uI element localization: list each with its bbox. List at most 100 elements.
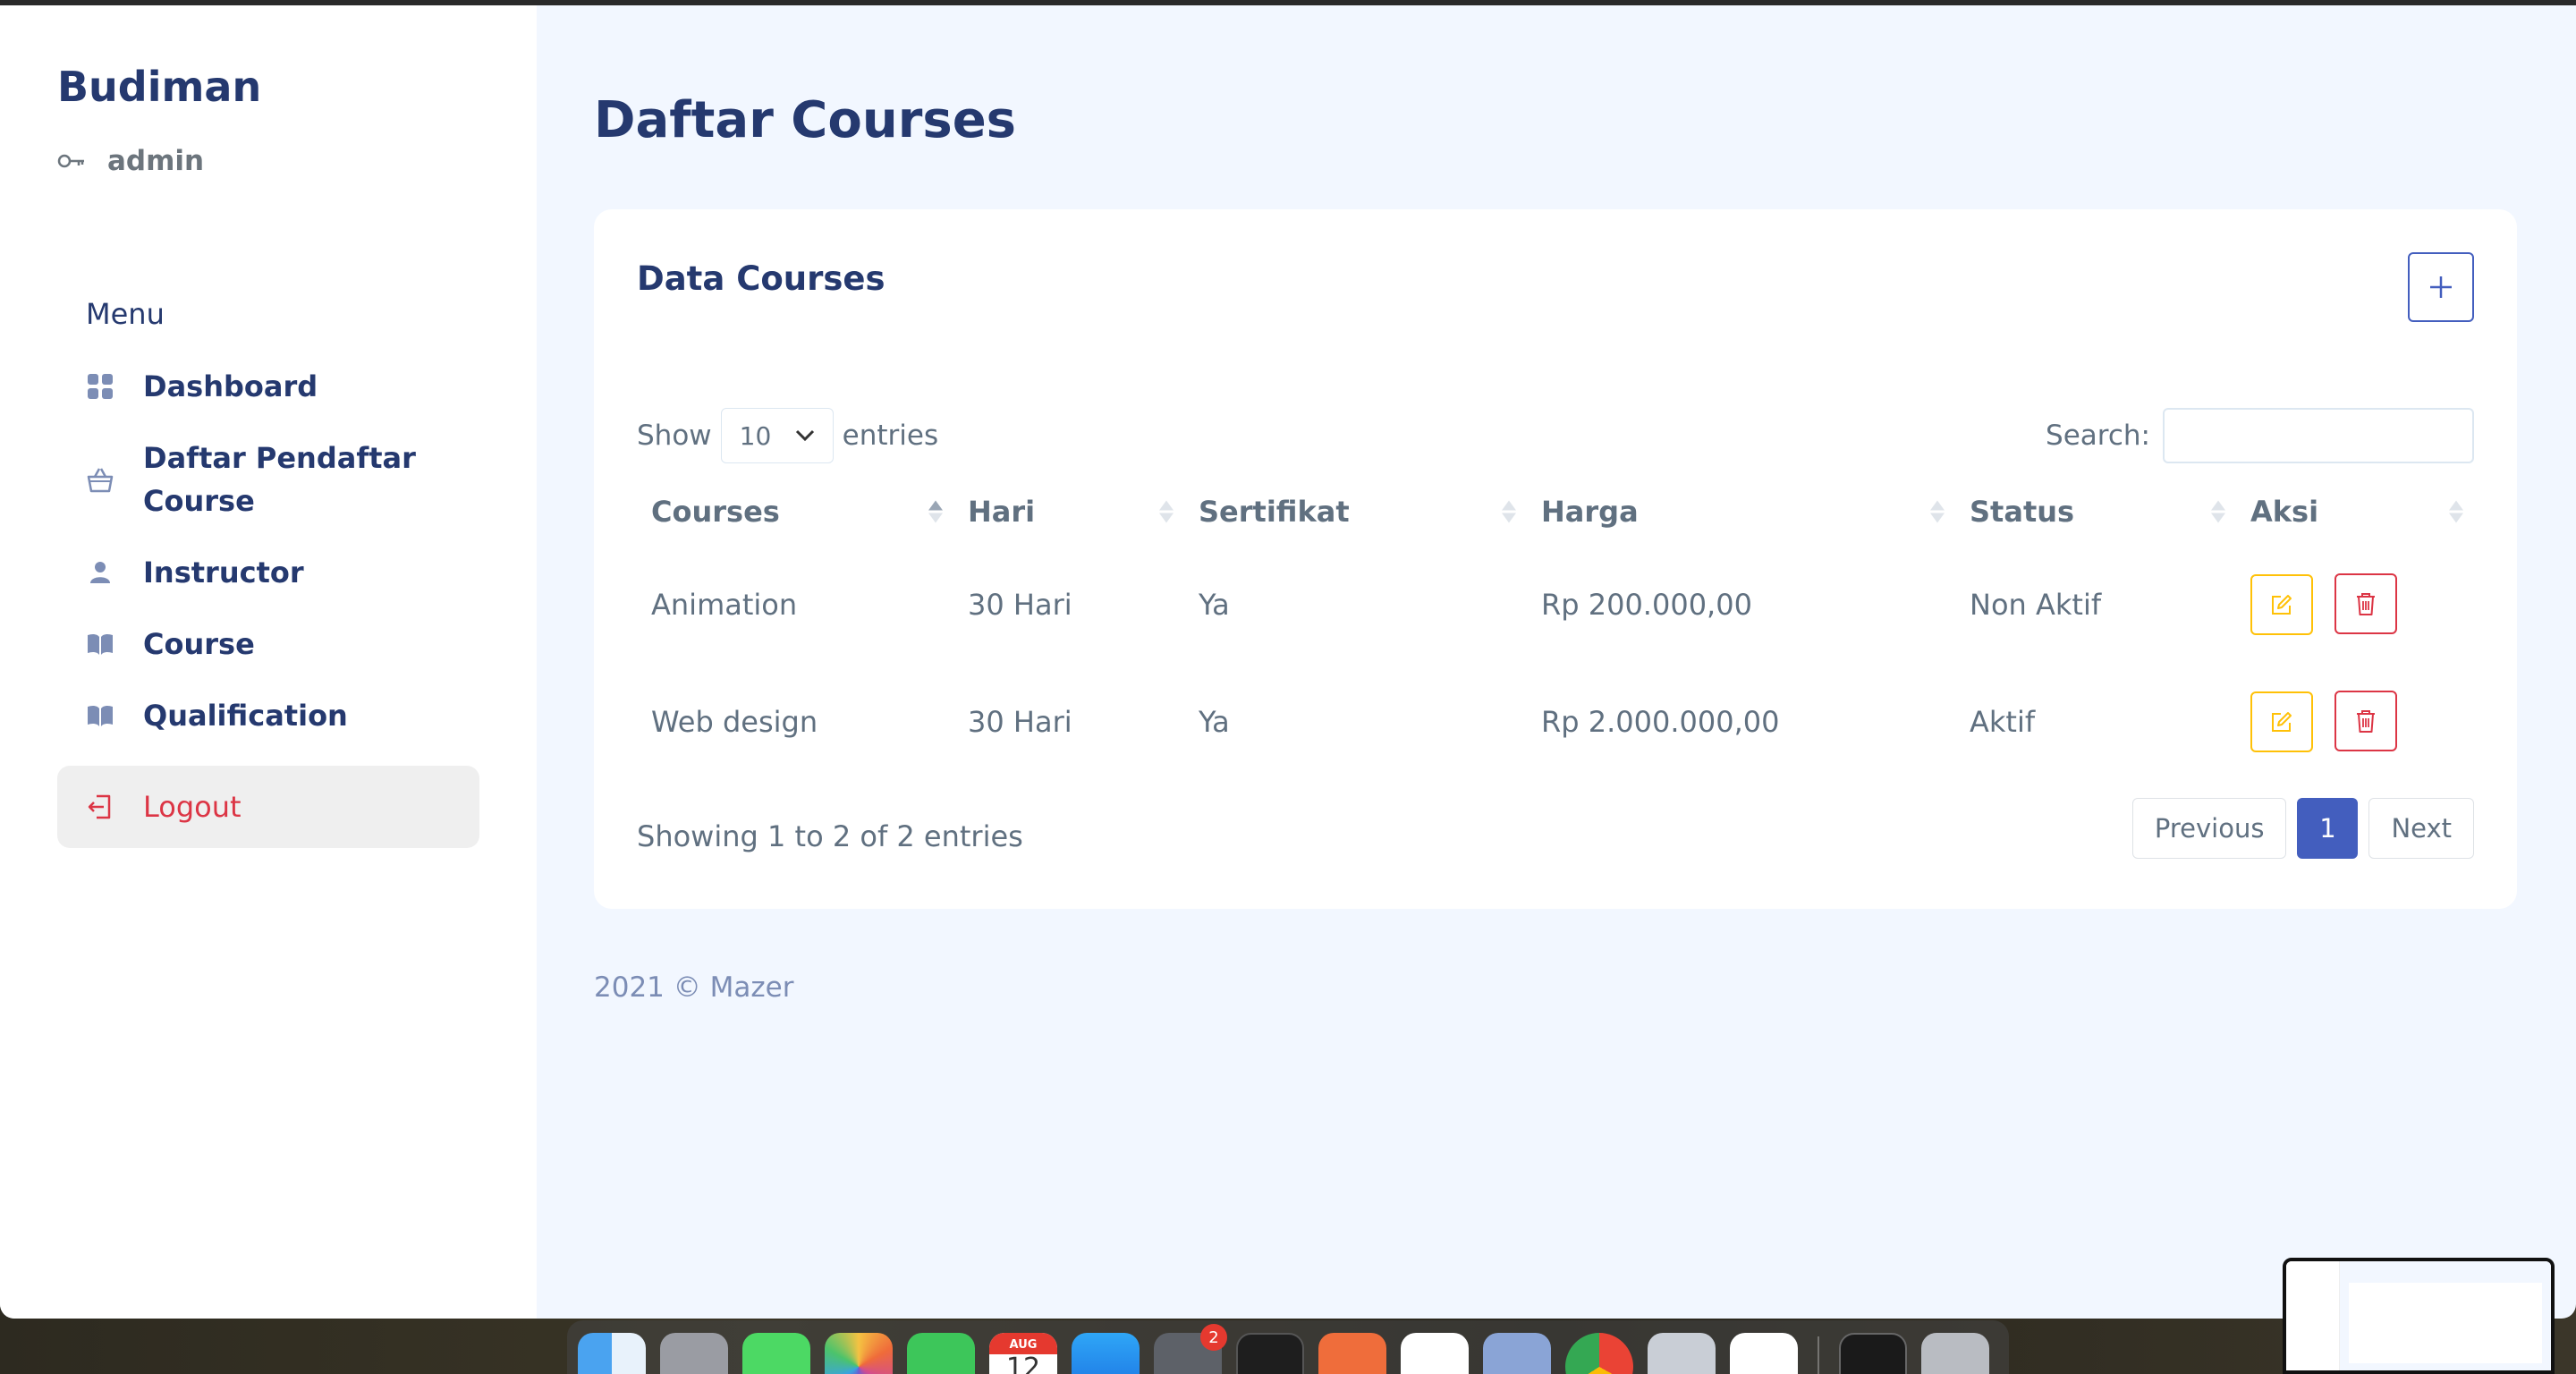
sidebar-item-label: Instructor bbox=[143, 556, 304, 589]
cell-harga: Rp 2.000.000,00 bbox=[1541, 704, 1780, 739]
pagination-previous[interactable]: Previous bbox=[2131, 798, 2287, 859]
entries-select[interactable]: 10 bbox=[720, 408, 834, 463]
edit-button[interactable] bbox=[2250, 574, 2313, 635]
cell-course: Animation bbox=[651, 587, 798, 622]
terminal-icon[interactable] bbox=[1236, 1333, 1304, 1374]
entries-length-control: Show 10 entries bbox=[637, 408, 938, 463]
sidebar-item-logout[interactable]: Logout bbox=[57, 766, 479, 848]
edit-button[interactable] bbox=[2250, 691, 2313, 752]
column-header-hari[interactable]: Hari bbox=[953, 478, 1184, 546]
sort-icon bbox=[2449, 500, 2463, 523]
page-title: Daftar Courses bbox=[594, 91, 1017, 149]
sidebar-item-instructor[interactable]: Instructor bbox=[57, 551, 479, 594]
calendar-icon[interactable]: AUG 12 bbox=[989, 1333, 1057, 1374]
sort-icon bbox=[1159, 500, 1174, 523]
search-input[interactable] bbox=[2163, 408, 2474, 463]
messages-icon[interactable] bbox=[742, 1333, 810, 1374]
sort-icon bbox=[1502, 500, 1516, 523]
footer: 2021 © Mazer bbox=[594, 971, 794, 1004]
cell-status: Non Aktif bbox=[1970, 587, 2102, 622]
photos-icon[interactable] bbox=[825, 1333, 893, 1374]
cell-course: Web design bbox=[651, 704, 818, 739]
vscode-icon[interactable] bbox=[1730, 1333, 1798, 1374]
calendar-month: AUG bbox=[1009, 1338, 1038, 1352]
table-row: Web design 30 Hari Ya Rp 2.000.000,00 Ak… bbox=[637, 663, 2474, 780]
calendar-day: 12 bbox=[1005, 1353, 1041, 1374]
sort-icon bbox=[928, 500, 943, 523]
sidebar-item-label: Course bbox=[143, 627, 255, 661]
person-icon bbox=[90, 562, 110, 583]
sort-icon bbox=[1930, 500, 1945, 523]
length-suffix: entries bbox=[842, 420, 939, 452]
data-card: Data Courses Show 10 entries Search: Cou… bbox=[594, 209, 2517, 909]
book-icon bbox=[88, 705, 113, 726]
sidebar-item-label: Logout bbox=[143, 790, 242, 824]
screenshot-thumbnail[interactable] bbox=[2283, 1258, 2555, 1374]
chrome-icon[interactable] bbox=[1565, 1333, 1633, 1374]
finder-icon[interactable] bbox=[578, 1333, 646, 1374]
edit-icon bbox=[2272, 595, 2292, 615]
delete-button[interactable] bbox=[2334, 691, 2398, 751]
notion-icon[interactable] bbox=[1401, 1333, 1469, 1374]
pagination-next[interactable]: Next bbox=[2368, 798, 2474, 859]
column-header-sertifikat[interactable]: Sertifikat bbox=[1184, 478, 1527, 546]
main-content: Daftar Courses Data Courses Show 10 entr… bbox=[537, 5, 2576, 1319]
notification-badge: 2 bbox=[1200, 1324, 1227, 1351]
trash-bin-icon[interactable] bbox=[1921, 1333, 1989, 1374]
sidebar-item-dashboard[interactable]: Dashboard bbox=[57, 365, 479, 408]
entries-select-value: 10 bbox=[739, 420, 772, 451]
column-header-harga[interactable]: Harga bbox=[1527, 478, 1955, 546]
thumbnail-card bbox=[2349, 1283, 2542, 1363]
plus-icon bbox=[2430, 276, 2452, 298]
cell-sertifikat: Ya bbox=[1199, 587, 1230, 622]
courses-table: Courses Hari Sertifikat Harga Status Aks… bbox=[637, 478, 2474, 780]
cell-actions bbox=[2236, 663, 2474, 780]
length-prefix: Show bbox=[637, 420, 712, 452]
dock-separator bbox=[1818, 1336, 1819, 1374]
edit-icon bbox=[2272, 712, 2292, 732]
delete-button[interactable] bbox=[2334, 573, 2398, 634]
app-store-icon[interactable] bbox=[1072, 1333, 1140, 1374]
pagination: Previous 1 Next bbox=[2131, 798, 2474, 859]
book-icon bbox=[88, 633, 113, 655]
thumbnail-sidebar bbox=[2286, 1261, 2340, 1370]
settings-icon[interactable] bbox=[1648, 1333, 1716, 1374]
sidebar: Budiman admin Menu Dashboard Daftar Pend… bbox=[0, 5, 537, 1319]
logout-icon bbox=[88, 794, 111, 819]
document-icon[interactable] bbox=[1839, 1333, 1907, 1374]
trash-icon bbox=[2357, 710, 2376, 733]
user-role-label: admin bbox=[107, 145, 205, 177]
column-header-aksi[interactable]: Aksi bbox=[2236, 478, 2474, 546]
sidebar-item-course[interactable]: Course bbox=[57, 623, 479, 666]
launchpad-icon[interactable] bbox=[660, 1333, 728, 1374]
brand-name[interactable]: Budiman bbox=[57, 63, 261, 111]
postman-icon[interactable] bbox=[1318, 1333, 1386, 1374]
cell-actions bbox=[2236, 546, 2474, 663]
sidebar-item-daftar-pendaftar-course[interactable]: Daftar Pendaftar Course bbox=[57, 437, 479, 522]
browser-window: Budiman admin Menu Dashboard Daftar Pend… bbox=[0, 5, 2576, 1319]
search-label: Search: bbox=[2046, 420, 2150, 452]
column-header-courses[interactable]: Courses bbox=[637, 478, 953, 546]
sidebar-item-label: Qualification bbox=[143, 699, 348, 733]
chevron-down-icon bbox=[795, 429, 814, 442]
pagination-page-1[interactable]: 1 bbox=[2297, 798, 2359, 859]
cell-sertifikat: Ya bbox=[1199, 704, 1230, 739]
cell-hari: 30 Hari bbox=[968, 587, 1072, 622]
facetime-icon[interactable] bbox=[907, 1333, 975, 1374]
add-course-button[interactable] bbox=[2408, 252, 2474, 322]
cell-hari: 30 Hari bbox=[968, 704, 1072, 739]
sidebar-item-label: Daftar Pendaftar Course bbox=[143, 441, 416, 518]
sidebar-item-label: Dashboard bbox=[143, 369, 318, 403]
column-header-status[interactable]: Status bbox=[1955, 478, 2236, 546]
preview-icon[interactable] bbox=[1483, 1333, 1551, 1374]
system-preferences-icon[interactable]: 2 bbox=[1154, 1324, 1227, 1374]
user-role: admin bbox=[57, 145, 204, 177]
key-icon bbox=[57, 154, 84, 168]
cell-status: Aktif bbox=[1970, 704, 2036, 739]
cell-harga: Rp 200.000,00 bbox=[1541, 587, 1752, 622]
grid-icon bbox=[88, 374, 113, 399]
sidebar-item-qualification[interactable]: Qualification bbox=[57, 694, 479, 737]
sidebar-nav: Dashboard Daftar Pendaftar Course Instru… bbox=[57, 365, 479, 877]
menu-title: Menu bbox=[86, 297, 165, 331]
card-title: Data Courses bbox=[637, 259, 886, 298]
